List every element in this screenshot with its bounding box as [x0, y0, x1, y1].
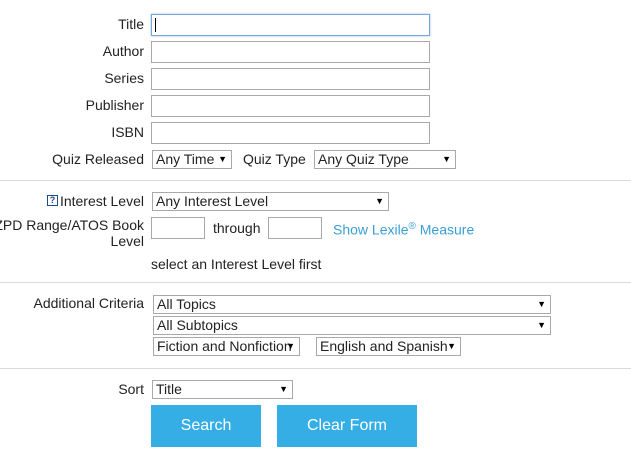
dropdown-arrow-icon: ▼ [279, 384, 288, 394]
lexile-measure-text: Measure [415, 221, 475, 238]
title-label: Title [118, 16, 144, 32]
quiz-type-value: Any Quiz Type [318, 151, 409, 167]
publisher-label: Publisher [85, 97, 144, 113]
author-input[interactable] [151, 41, 430, 63]
subtopics-select[interactable]: All Subtopics ▼ [153, 316, 551, 335]
language-value: English and Spanish [320, 338, 448, 354]
quiz-type-select[interactable]: Any Quiz Type ▼ [314, 150, 456, 169]
dropdown-arrow-icon: ▼ [442, 154, 451, 164]
lexile-link-text: Show Lexile [333, 221, 409, 238]
through-label: through [213, 220, 261, 236]
dropdown-arrow-icon: ▼ [218, 154, 227, 164]
dropdown-arrow-icon: ▼ [375, 196, 384, 206]
zpd-from-input[interactable] [151, 217, 205, 239]
search-button[interactable]: Search [151, 405, 261, 447]
quiz-released-select[interactable]: Any Time ▼ [152, 150, 232, 169]
interest-level-value: Any Interest Level [156, 193, 269, 209]
interest-level-hint: select an Interest Level first [151, 256, 322, 272]
text-caret [155, 18, 156, 32]
author-label: Author [102, 43, 144, 59]
sort-value: Title [156, 381, 182, 397]
dropdown-arrow-icon: ▼ [447, 341, 456, 351]
show-lexile-link[interactable]: Show Lexile® Measure [333, 218, 474, 239]
section-divider [0, 282, 631, 283]
section-divider [0, 180, 631, 181]
interest-level-label: Interest Level [59, 193, 144, 209]
registered-mark: ® [408, 221, 416, 232]
quiz-type-label: Quiz Type [243, 151, 306, 167]
publisher-input[interactable] [151, 95, 430, 117]
sort-label: Sort [118, 381, 144, 397]
title-input[interactable] [151, 14, 430, 36]
interest-level-select[interactable]: Any Interest Level ▼ [152, 192, 389, 211]
fiction-nonfiction-select[interactable]: Fiction and Nonfiction ▼ [153, 337, 300, 356]
zpd-range-label: ZPD Range/ATOS Book Level [0, 217, 144, 249]
series-input[interactable] [151, 68, 430, 90]
clear-form-button[interactable]: Clear Form [277, 405, 417, 447]
sort-select[interactable]: Title ▼ [152, 380, 293, 399]
series-label: Series [104, 70, 144, 86]
isbn-input[interactable] [151, 122, 430, 144]
language-select[interactable]: English and Spanish ▼ [316, 337, 461, 356]
fiction-nonfiction-value: Fiction and Nonfiction [157, 338, 292, 354]
subtopics-value: All Subtopics [157, 317, 238, 333]
isbn-label: ISBN [111, 124, 144, 140]
topics-value: All Topics [157, 296, 216, 312]
dropdown-arrow-icon: ▼ [537, 299, 546, 309]
help-icon[interactable]: ? [47, 195, 58, 206]
zpd-to-input[interactable] [268, 217, 322, 239]
additional-criteria-label: Additional Criteria [33, 295, 145, 311]
quiz-released-label: Quiz Released [52, 151, 144, 167]
dropdown-arrow-icon: ▼ [537, 320, 546, 330]
topics-select[interactable]: All Topics ▼ [153, 295, 551, 314]
section-divider [0, 368, 631, 369]
dropdown-arrow-icon: ▼ [286, 341, 295, 351]
